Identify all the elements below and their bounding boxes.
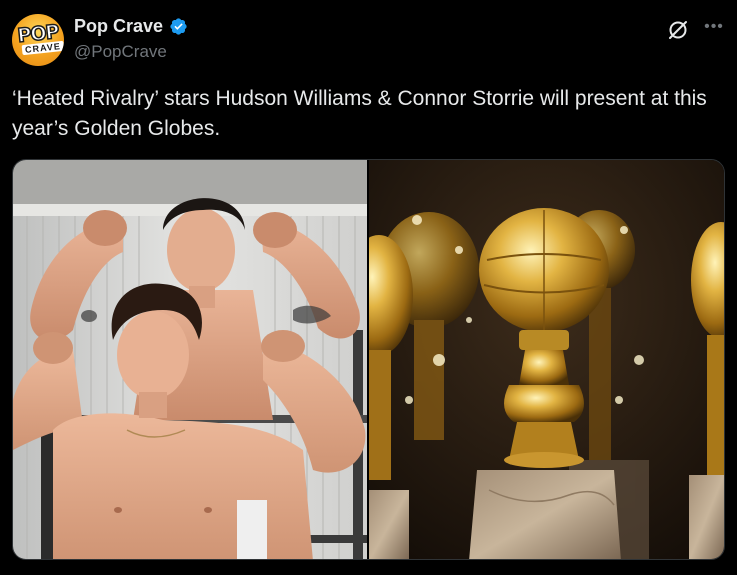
more-options-icon[interactable]: ••• [703,18,725,40]
handle[interactable]: @PopCrave [74,42,167,62]
avatar[interactable]: POP CRAVE [12,14,64,66]
left-photo[interactable] [13,160,369,559]
golden-globe-trophies-image [369,160,724,559]
tweet-card[interactable]: POP CRAVE Pop Crave @PopCrave ••• ‘Heate… [0,0,737,575]
two-men-flexing-image [13,160,367,559]
media-grid[interactable] [12,159,725,560]
verified-badge-icon [170,18,187,35]
grok-icon[interactable] [666,18,690,42]
right-photo[interactable] [369,160,724,559]
author-name-row[interactable]: Pop Crave [74,16,188,37]
tweet-text: ‘Heated Rivalry’ stars Hudson Williams &… [12,87,707,140]
display-name[interactable]: Pop Crave [74,16,163,37]
